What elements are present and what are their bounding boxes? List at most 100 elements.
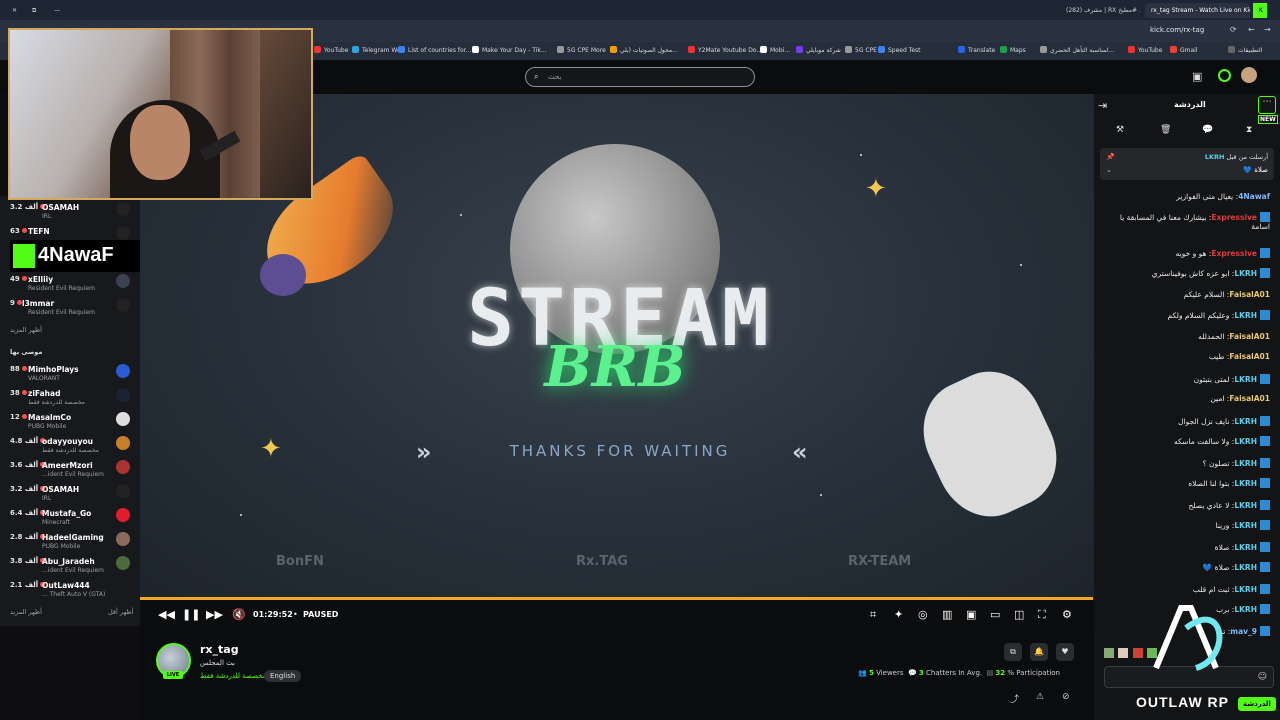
reload-icon[interactable]: ⟳: [1230, 25, 1237, 34]
report-icon[interactable]: ⚠: [1036, 692, 1044, 702]
chat-username[interactable]: LKRH: [1234, 479, 1257, 488]
bookmark-8[interactable]: شركة موبايلي: [796, 46, 841, 54]
chat-username[interactable]: LKRH: [1234, 521, 1257, 530]
mute-icon[interactable]: 🔇: [232, 608, 246, 621]
chat-username[interactable]: LKRH: [1234, 311, 1257, 320]
bookmark-6[interactable]: Y2Mate Youtube Do...: [688, 46, 762, 54]
url-field[interactable]: kick.com/rx-tag: [1150, 26, 1204, 34]
forward-icon[interactable]: ▶▶: [206, 608, 223, 621]
chat-bubble-icon[interactable]: 💬: [1202, 125, 1213, 135]
bell-icon[interactable]: 🔔: [1030, 643, 1048, 661]
show-more-link[interactable]: أظهر المزيد: [10, 326, 42, 334]
bookmark-1[interactable]: Telegram Web: [352, 46, 404, 54]
bookmark-12[interactable]: Maps: [1000, 46, 1026, 54]
bookmark-5[interactable]: محول الصوتيات (بلي...: [610, 46, 678, 54]
browser-tab-active[interactable]: rx_tag Stream - Watch Live on Kick: [1145, 3, 1250, 18]
stream-category[interactable]: مخصصة للدردشة فقط: [200, 672, 266, 680]
sidebar-channel-mustafa-go[interactable]: 6.4 ألف Mustafa_Go Minecraft: [8, 506, 134, 528]
chat-username[interactable]: FaisalA01: [1229, 290, 1270, 299]
sidebar-channel-abu-jaradeh[interactable]: 3.8 ألف Abu_Jaradeh ...ident Evil Requie…: [8, 554, 134, 576]
chat-username[interactable]: LKRH: [1234, 437, 1257, 446]
back-icon[interactable]: ←: [1248, 25, 1255, 34]
chat-username[interactable]: LKRH: [1234, 375, 1257, 384]
sidebar-channel-masalmco[interactable]: 12 MasalmCo PUBG Mobile: [8, 410, 134, 432]
settings-gear-icon[interactable]: ⚙: [1062, 608, 1072, 621]
sidebar-channel-hadeelgaming[interactable]: 2.8 ألف HadeelGaming PUBG Mobile: [8, 530, 134, 552]
chat-username[interactable]: LKRH: [1234, 585, 1257, 594]
sidebar-channel-zifahad[interactable]: 38 ziFahad مخصصة للدردشة فقط: [8, 386, 134, 408]
chat-username[interactable]: FaisalA01: [1229, 352, 1270, 361]
chat-username[interactable]: LKRH: [1234, 543, 1257, 552]
fullscreen-icon[interactable]: ⛶: [1038, 608, 1046, 622]
bookmark-4[interactable]: 5G CPE More: [557, 46, 606, 54]
sidebar-channel-xelliiy[interactable]: 49 xElliiy Resident Evil Requiem: [8, 272, 134, 294]
sidebar-channel-mimhoplays[interactable]: 88 MimhoPlays VALORANT: [8, 362, 134, 384]
user-avatar[interactable]: [1241, 67, 1257, 83]
bookmark-9[interactable]: 5G CPE: [845, 46, 877, 54]
emoji-icon[interactable]: ☺: [1258, 672, 1267, 682]
bookmark-0[interactable]: YouTube: [314, 46, 348, 54]
bookmark-7[interactable]: Mobi...: [760, 46, 790, 54]
mute-chat-icon[interactable]: ⊘: [1062, 692, 1070, 702]
chat-username[interactable]: Expressive: [1211, 249, 1257, 258]
sidebar-channel-ameermzori[interactable]: 3.6 ألف AmeerMzori ...ident Evil Requiem: [8, 458, 134, 480]
forward-icon[interactable]: →: [1264, 25, 1271, 34]
chat-username[interactable]: LKRH: [1234, 501, 1257, 510]
chat-username[interactable]: LKRH: [1234, 459, 1257, 468]
clip-icon[interactable]: ⌗: [870, 608, 876, 622]
sidebar-channel-osamah[interactable]: 3.2 ألف OSAMAH IRL: [8, 200, 134, 222]
show-more-link-bottom[interactable]: أظهر المزيد: [10, 608, 42, 616]
language-tag[interactable]: English: [264, 670, 302, 682]
theater-icon[interactable]: ▭: [990, 608, 1000, 621]
sidebar-channel-outlaw444[interactable]: 2.1 ألف OutLaw444 ... Theft Auto V (GTA): [8, 578, 134, 600]
bookmark-15[interactable]: Gmail: [1170, 46, 1198, 54]
search-input[interactable]: ⌕ بحث: [525, 67, 755, 87]
pause-icon[interactable]: ❚❚: [182, 608, 200, 621]
bookmark-3[interactable]: Make Your Day - Tik...: [472, 46, 547, 54]
timer-icon[interactable]: ⧗: [1246, 125, 1252, 135]
send-chat-button[interactable]: الدردشة: [1238, 697, 1276, 711]
chat-username[interactable]: 4Nawaf: [1238, 192, 1270, 201]
browser-tab-2[interactable]: (282) مشرف | RX مطبخ# ...: [1060, 3, 1140, 18]
bookmark-11[interactable]: Translate: [958, 46, 995, 54]
emote-icon[interactable]: [1118, 648, 1129, 658]
cart-icon[interactable]: ▣: [1192, 70, 1202, 83]
sidebar-channel-l3mmar[interactable]: 9 l3mmar Resident Evil Requiem: [8, 296, 134, 318]
mod-tools-icon[interactable]: ⚒: [1116, 125, 1124, 135]
chat-username[interactable]: LKRH: [1234, 417, 1257, 426]
collapse-chat-icon[interactable]: ⇥: [1098, 99, 1107, 112]
bookmark-10[interactable]: Speed Test: [878, 46, 921, 54]
pip-icon[interactable]: ▣: [966, 608, 976, 621]
window-restore-icon[interactable]: ⧉: [26, 3, 42, 18]
show-less-link[interactable]: أظهر أقل: [108, 608, 133, 616]
bookmark-13[interactable]: لمناسبة التأهل الحضري...: [1040, 46, 1114, 54]
pinned-message[interactable]: أرسلت من قبل LKRH صلاة 💙 📌 ⌄: [1100, 148, 1274, 180]
window-minimize-icon[interactable]: —: [48, 3, 66, 18]
chat-username[interactable]: LKRH: [1234, 605, 1257, 614]
channel-name[interactable]: rx_tag: [200, 643, 239, 656]
sidebar-channel-odayyouyou[interactable]: 4.8 ألف odayyouyou مخصصة للدردشة فقط: [8, 434, 134, 456]
bookmark-16[interactable]: التطبيقات: [1228, 46, 1262, 54]
sparkle-icon[interactable]: ✦: [894, 608, 903, 621]
chat-username[interactable]: LKRH: [1234, 563, 1257, 572]
chat-username[interactable]: FaisalA01: [1229, 394, 1270, 403]
share-icon[interactable]: ⤴: [1010, 692, 1019, 705]
copy-icon[interactable]: ⧉: [1004, 643, 1022, 661]
kick-coin-icon[interactable]: [1218, 69, 1231, 82]
chat-username[interactable]: Expressive: [1211, 213, 1257, 222]
heart-icon[interactable]: ♥: [1056, 643, 1074, 661]
stats-icon[interactable]: ▥: [942, 608, 952, 621]
cast-icon[interactable]: ◫: [1014, 608, 1024, 621]
chat-username[interactable]: LKRH: [1234, 269, 1257, 278]
chevron-down-icon[interactable]: ⌄: [1106, 166, 1112, 174]
speed-icon[interactable]: ◎: [918, 608, 928, 621]
chat-username[interactable]: FaisalA01: [1229, 332, 1270, 341]
bookmark-2[interactable]: List of countries for...: [398, 46, 471, 54]
window-close-icon[interactable]: ✕: [6, 3, 23, 18]
bookmark-14[interactable]: YouTube: [1128, 46, 1162, 54]
trash-icon[interactable]: 🗑: [1160, 125, 1171, 135]
emote-icon[interactable]: [1104, 648, 1114, 658]
chat-menu-icon[interactable]: ⋯: [1258, 96, 1276, 114]
rewind-icon[interactable]: ◀◀: [158, 608, 175, 621]
sidebar-channel-osamah-2[interactable]: 3.2 ألف OSAMAH IRL: [8, 482, 134, 504]
